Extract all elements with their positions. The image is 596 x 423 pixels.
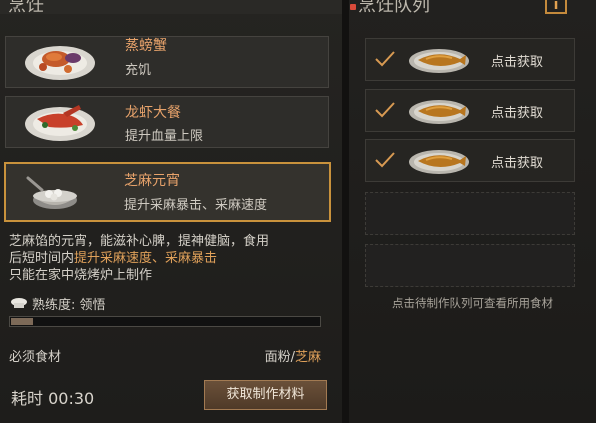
collect-label: 点击获取	[491, 106, 544, 121]
recipe-item-sesame-yuanxiao[interactable]: 芝麻元宵 提升采麻暴击、采麻速度	[4, 162, 331, 222]
desc-line-3: 只能在家中烧烤炉上制作	[9, 268, 153, 283]
recipe-item-lobster-feast[interactable]: 龙虾大餐 提升血量上限	[5, 96, 329, 148]
materials-label: 必须食材	[9, 350, 62, 365]
recipe-name: 芝麻元宵	[124, 173, 180, 189]
panel-divider	[342, 0, 349, 423]
proficiency-label: 熟练度: 领悟	[32, 298, 106, 313]
effect-highlight: 提升采麻速度、采麻暴击	[74, 251, 218, 266]
recipe-desc: 提升采麻暴击、采麻速度	[124, 198, 268, 213]
recipe-item-steamed-crab[interactable]: 蒸螃蟹 充饥	[5, 36, 329, 88]
recipe-name: 龙虾大餐	[125, 105, 181, 121]
recipe-desc: 提升血量上限	[125, 129, 204, 144]
chef-hat-icon	[11, 298, 27, 308]
info-button[interactable]: i	[545, 0, 567, 14]
check-icon	[375, 51, 395, 67]
get-materials-button[interactable]: 获取制作材料	[204, 380, 327, 410]
cooking-title: 烹饪	[8, 0, 44, 16]
proficiency-bar	[9, 316, 321, 327]
desc-line-1: 芝麻馅的元宵，能滋补心脾，提神健脑，食用	[9, 234, 270, 249]
fish-dish-icon	[409, 49, 469, 73]
queue-hint: 点击待制作队列可查看所用食材	[392, 296, 553, 310]
recipe-name: 蒸螃蟹	[125, 38, 167, 54]
fish-dish-icon	[409, 150, 469, 174]
queue-slot-empty[interactable]	[365, 244, 575, 287]
queue-slot[interactable]: 点击获取	[365, 38, 575, 81]
info-icon: i	[553, 0, 559, 13]
fish-dish-icon	[409, 100, 469, 124]
queue-slot[interactable]: 点击获取	[365, 139, 575, 182]
yuanxiao-dish-icon	[26, 176, 77, 209]
recipe-desc: 充饥	[125, 63, 152, 78]
queue-slot-empty[interactable]	[365, 192, 575, 235]
material-flour: 面粉	[264, 350, 291, 365]
desc-line-2: 后短时间内提升采麻速度、采麻暴击	[9, 251, 218, 266]
collect-label: 点击获取	[491, 156, 544, 171]
cook-time: 耗时 00:30	[11, 389, 95, 408]
check-icon	[375, 102, 395, 118]
proficiency-fill	[11, 318, 33, 325]
queue-slot[interactable]: 点击获取	[365, 89, 575, 132]
queue-title-marker	[350, 4, 356, 10]
collect-label: 点击获取	[491, 55, 544, 70]
recipe-description: 芝麻馅的元宵，能滋补心脾，提神健脑，食用 后短时间内提升采麻速度、采麻暴击 只能…	[9, 233, 335, 284]
cooking-header	[0, 0, 342, 14]
queue-title: 烹饪队列	[358, 0, 430, 16]
crab-dish-icon	[25, 46, 95, 80]
check-icon	[375, 152, 395, 168]
material-sesame: 芝麻	[294, 350, 321, 365]
materials-value: 面粉/芝麻	[264, 350, 321, 365]
lobster-dish-icon	[25, 105, 95, 141]
